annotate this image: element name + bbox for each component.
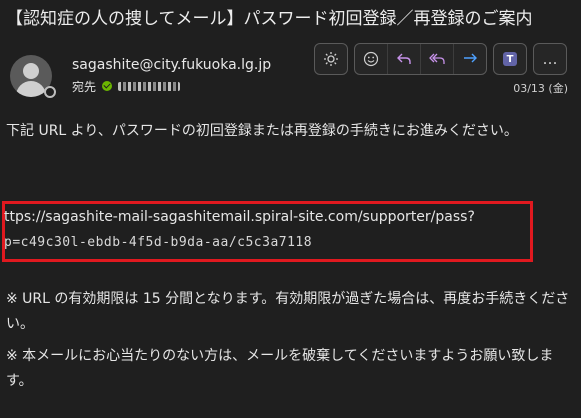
theme-group (314, 43, 348, 75)
body-note-discard: ※ 本メールにお心当たりのない方は、メールを破棄してくださいますようお願い致しま… (6, 348, 554, 389)
message-toolbar: T … (314, 43, 567, 75)
url-line-2[interactable]: p=c49c30l-ebdb-4f5d-b9da-aa/c5c3a7118 (4, 230, 532, 255)
body-note-expiry: ※ URL の有効期限は 15 分間となります。有効期限が過ぎた場合は、再度お手… (6, 291, 570, 332)
more-icon[interactable]: … (534, 44, 566, 74)
verified-check-icon (102, 81, 113, 91)
email-subject: 【認知症の人の捜してメール】パスワード初回登録／再登録のご案内 (6, 9, 533, 29)
reply-all-icon[interactable] (421, 44, 454, 74)
url-line-1[interactable]: ttps://sagashite-mail-sagashitemail.spir… (4, 205, 532, 230)
teams-group: T (493, 43, 527, 75)
more-group: … (533, 43, 567, 75)
received-date: 03/13 (金) (513, 82, 568, 95)
sender-address[interactable]: sagashite@city.fukuoka.lg.jp (72, 57, 271, 73)
teams-icon[interactable]: T (494, 44, 526, 74)
presence-status-icon (44, 86, 56, 98)
emoji-icon[interactable] (355, 44, 388, 74)
recipient-row: 宛先 (72, 78, 181, 94)
forward-icon[interactable] (454, 44, 486, 74)
redacted-recipient[interactable] (118, 81, 181, 91)
body-intro: 下記 URL より、パスワードの初回登録または再登録の手続きにお進みください。 (6, 123, 518, 139)
actions-group (354, 43, 487, 75)
reply-icon[interactable] (388, 44, 421, 74)
to-label: 宛先 (72, 79, 97, 94)
password-url-link[interactable]: ttps://sagashite-mail-sagashitemail.spir… (4, 205, 532, 255)
sun-icon[interactable] (315, 44, 347, 74)
